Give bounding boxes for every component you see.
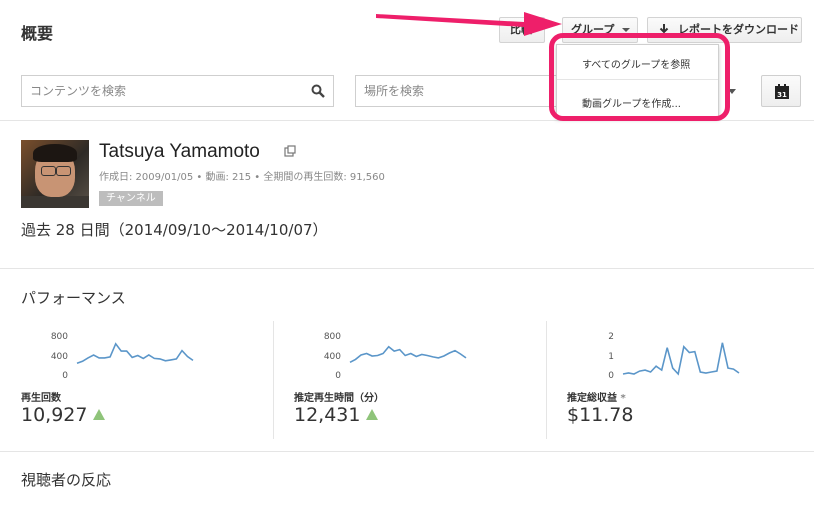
sparkline-series [76,342,194,365]
trend-up-icon [366,409,379,420]
annotation-highlight-box [549,33,730,121]
performance-title: パフォーマンス [21,289,126,307]
place-search-input[interactable] [356,76,564,106]
trend-up-icon [93,409,106,420]
page-title: 概要 [21,24,54,43]
axis-tick: 0 [62,371,68,381]
axis-tick: 400 [324,352,341,362]
divider [0,268,814,269]
axis-tick: 0 [335,371,341,381]
axis-tick: 800 [51,332,68,342]
views-sparkline: 800 400 0 [51,332,194,381]
metric-value-text: 12,431 [294,404,361,426]
divider [273,321,274,439]
calendar-button[interactable]: 31 [761,75,801,107]
revenue-sparkline: 2 1 0 [608,332,740,381]
axis-tick: 800 [324,332,341,342]
annotation-arrow [376,12,562,36]
content-search-input[interactable] [22,76,333,106]
avatar [21,140,89,208]
metric-label: 推定総収益 * [567,389,626,404]
place-search [355,75,565,107]
metric-card-watch-time[interactable]: 800 400 0 推定再生時間（分） 12,431 [294,323,534,443]
metric-label: 推定再生時間（分） [294,393,384,404]
date-range-text: 過去 28 日間（2014/09/10～2014/10/07） [21,221,328,239]
metric-value-text: 10,927 [21,404,88,426]
audience-title: 視聴者の反応 [21,471,112,489]
metric-card-views[interactable]: 800 400 0 再生回数 10,927 [21,323,261,443]
metric-value: 12,431 [294,404,379,426]
watch-time-sparkline: 800 400 0 [324,332,467,381]
divider [0,451,814,452]
axis-tick: 1 [608,352,614,362]
sparkline-series [622,342,740,376]
axis-tick: 2 [608,332,614,342]
footnote-marker: * [620,393,626,404]
axis-tick: 0 [608,371,614,381]
sparkline-series [349,345,467,364]
chevron-down-icon [622,28,631,32]
metric-value: 10,927 [21,404,106,426]
search-icon[interactable] [311,84,325,98]
divider [546,321,547,439]
calendar-day: 31 [777,91,787,99]
metric-label-text: 推定総収益 [567,393,617,404]
channel-badge: チャンネル [99,191,163,206]
channel-name[interactable]: Tatsuya Yamamoto [99,141,260,163]
content-search [21,75,334,107]
channel-meta: 作成日: 2009/01/05 • 動画: 215 • 全期間の再生回数: 91… [99,172,385,183]
external-link-icon[interactable] [284,145,296,157]
calendar-icon: 31 [775,84,789,99]
axis-tick: 400 [51,352,68,362]
metric-card-revenue[interactable]: 2 1 0 推定総収益 * $11.78 [567,323,807,443]
metric-label: 再生回数 [21,393,61,404]
metric-value: $11.78 [567,404,634,426]
